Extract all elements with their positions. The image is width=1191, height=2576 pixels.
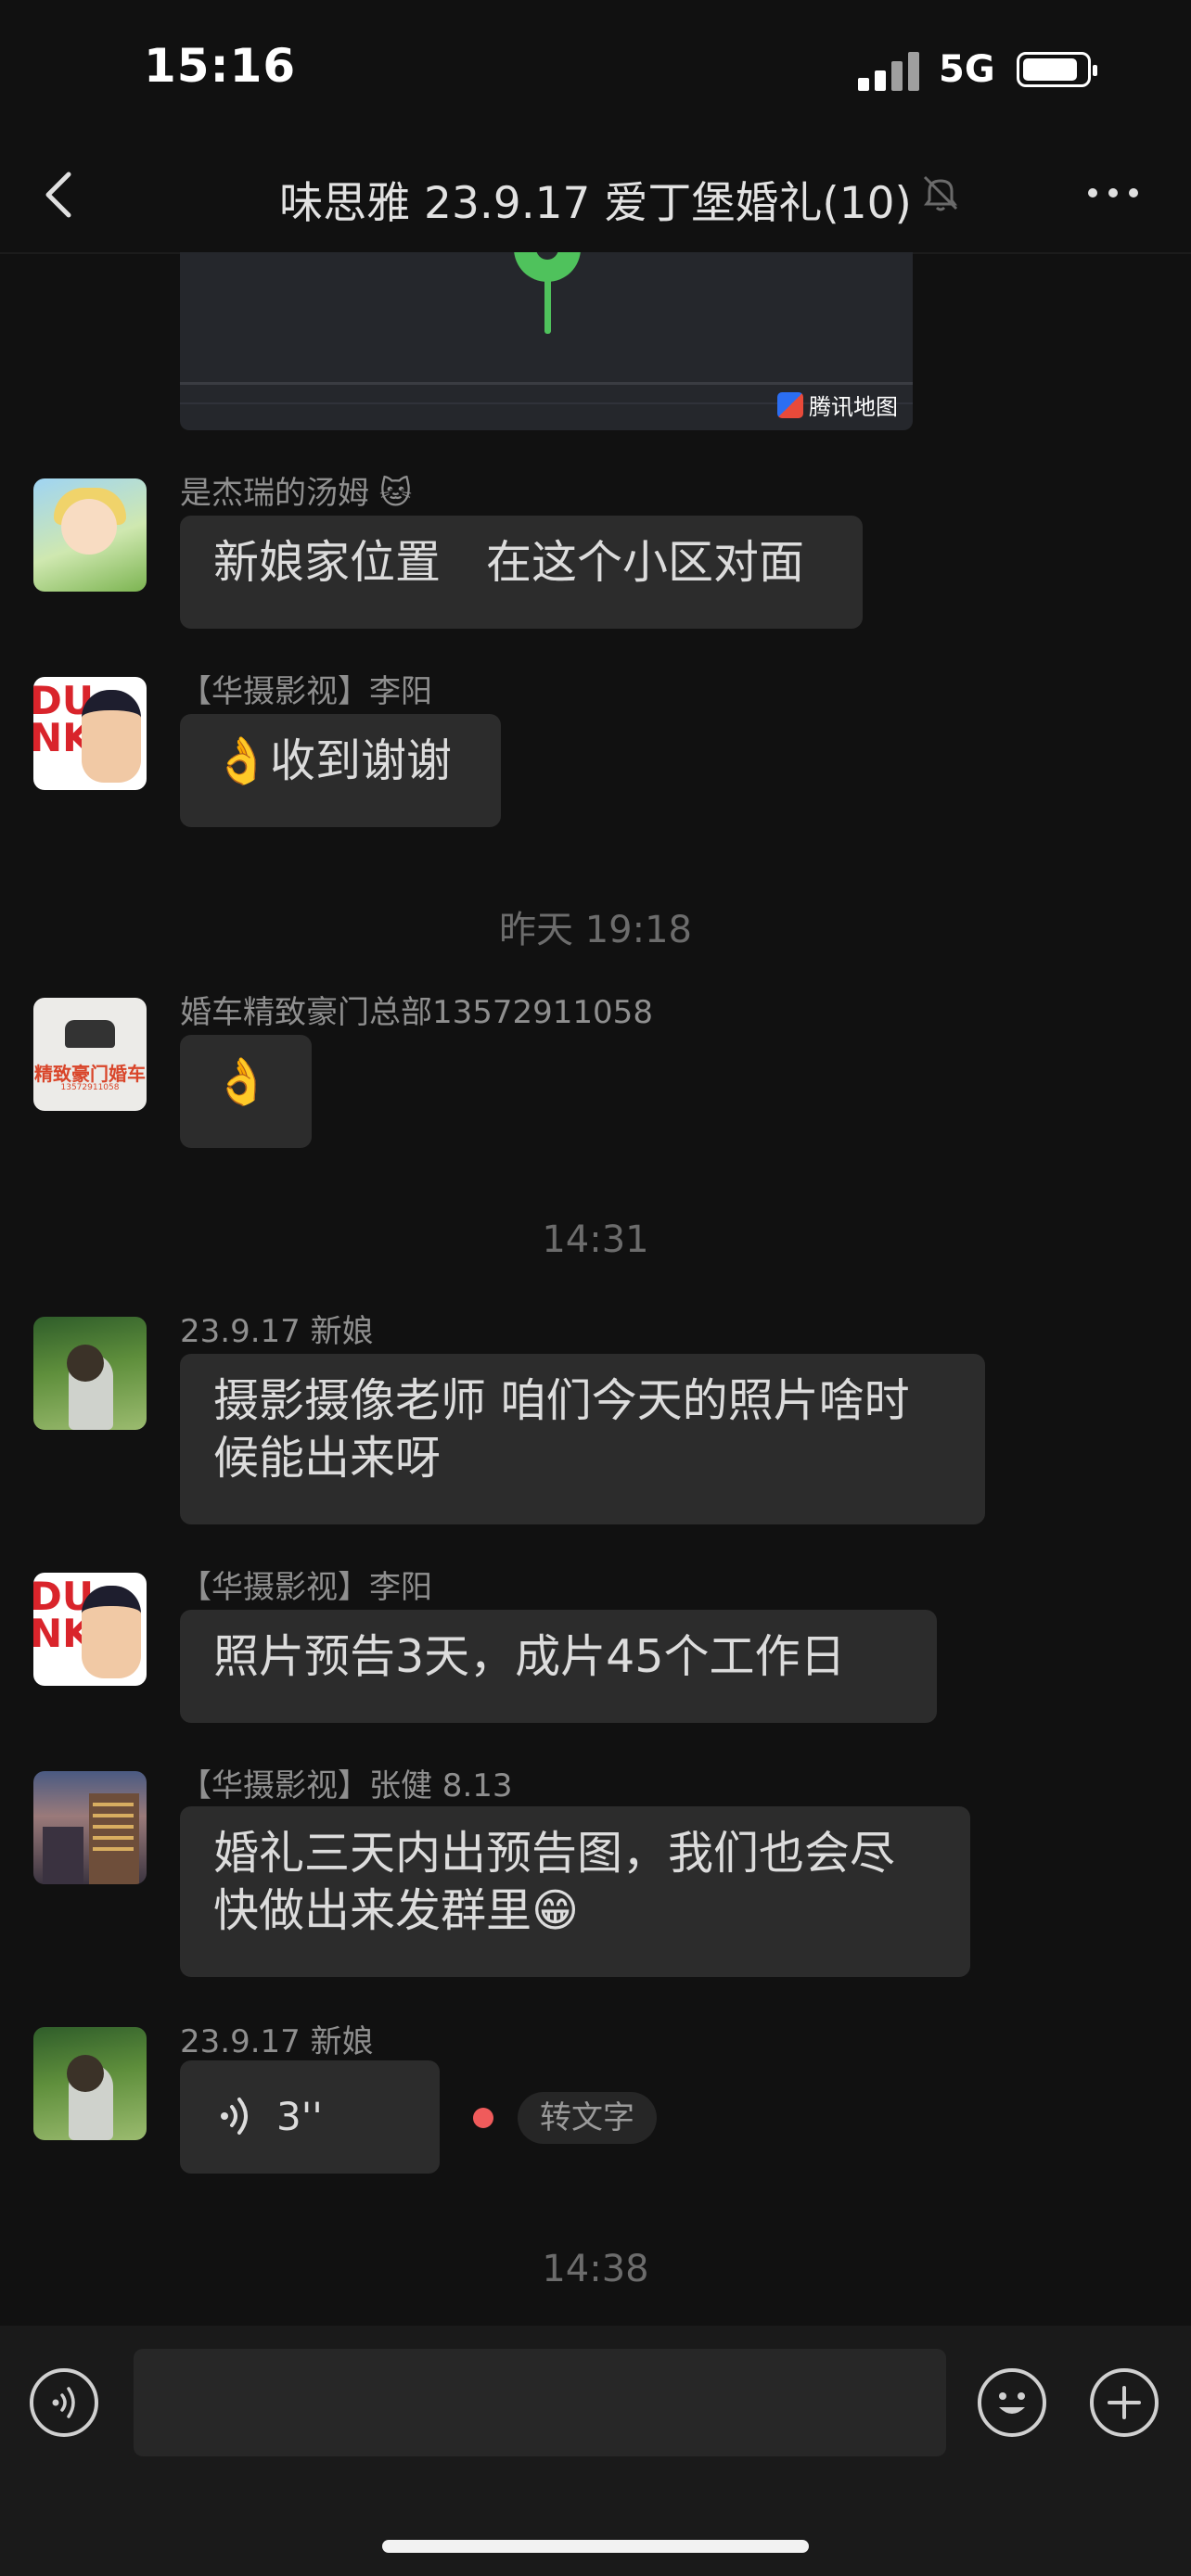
message-bubble[interactable]: 新娘家位置 在这个小区对面 xyxy=(180,516,863,629)
message-bubble[interactable]: 照片预告3天，成片45个工作日 xyxy=(180,1610,937,1723)
convert-to-text-button[interactable]: 转文字 xyxy=(518,2092,657,2144)
network-label: 5G xyxy=(939,48,995,91)
timestamp: 14:31 xyxy=(542,1218,649,1261)
message-bubble[interactable]: 👌 xyxy=(180,1035,312,1148)
sender-name: 23.9.17 新娘 xyxy=(180,2023,374,2060)
chat-title-text: 味思雅 23.9.17 爱丁堡婚礼(10) xyxy=(279,178,912,229)
voice-icon xyxy=(52,2387,75,2418)
message-text: 照片预告3天，成片45个工作日 xyxy=(213,1630,846,1683)
chat-title: 味思雅 23.9.17 爱丁堡婚礼(10) xyxy=(0,167,1191,231)
message-text-line: 快做出来发群里😁 xyxy=(213,1884,580,1937)
timestamp: 昨天 19:18 xyxy=(499,909,692,951)
sender-name: 【华摄影视】李阳 xyxy=(180,1569,432,1606)
message-text-line: 候能出来呀 xyxy=(213,1432,442,1485)
avatar[interactable] xyxy=(33,478,147,592)
avatar[interactable]: DU NK xyxy=(33,677,147,790)
sender-name: 婚车精致豪门总部13572911058 xyxy=(180,994,653,1031)
voice-input-button[interactable] xyxy=(30,2368,98,2437)
voice-icon xyxy=(221,2098,248,2135)
message-text: 👌 xyxy=(213,1055,271,1108)
emoji-icon xyxy=(999,2392,1025,2414)
message-text-line: 婚礼三天内出预告图，我们也会尽 xyxy=(213,1827,896,1880)
status-time: 15:16 xyxy=(144,39,297,93)
sender-name: 23.9.17 新娘 xyxy=(180,1313,374,1350)
unread-dot xyxy=(473,2108,493,2128)
location-map-card[interactable]: 腾讯地图 xyxy=(180,252,913,430)
message-input[interactable] xyxy=(134,2349,946,2456)
home-indicator xyxy=(382,2540,809,2553)
avatar[interactable] xyxy=(33,1771,147,1884)
voice-duration: 3'' xyxy=(276,2094,323,2139)
avatar[interactable] xyxy=(33,2027,147,2140)
battery-icon xyxy=(1017,52,1097,87)
message-bubble[interactable]: 👌收到谢谢 xyxy=(180,714,501,827)
message-bubble[interactable]: 婚礼三天内出预告图，我们也会尽 快做出来发群里😁 xyxy=(180,1806,970,1977)
sender-name: 是杰瑞的汤姆 🐱 xyxy=(180,475,413,512)
sender-name: 【华摄影视】李阳 xyxy=(180,673,432,710)
map-road xyxy=(180,382,913,385)
map-credit: 腾讯地图 xyxy=(777,389,898,421)
bell-off-icon xyxy=(923,175,958,211)
message-text: 👌收到谢谢 xyxy=(213,734,453,787)
avatar[interactable] xyxy=(33,1317,147,1430)
tencent-map-logo-icon xyxy=(777,391,803,418)
more-dots-icon[interactable] xyxy=(1085,182,1141,204)
emoji-button[interactable] xyxy=(978,2368,1046,2437)
avatar-brand: 精致豪门婚车 xyxy=(34,1063,146,1085)
avatar[interactable]: 精致豪门婚车 13572911058 xyxy=(33,998,147,1111)
timestamp: 14:38 xyxy=(542,2248,649,2290)
message-text-line: 摄影摄像老师 咱们今天的照片啥时 xyxy=(213,1374,910,1427)
sender-name: 【华摄影视】张健 8.13 xyxy=(180,1767,513,1804)
map-credit-text: 腾讯地图 xyxy=(809,394,898,420)
avatar[interactable]: DU NK xyxy=(33,1573,147,1686)
message-bubble[interactable]: 摄影摄像老师 咱们今天的照片啥时 候能出来呀 xyxy=(180,1354,985,1524)
message-text: 新娘家位置 在这个小区对面 xyxy=(213,536,805,589)
plus-icon xyxy=(1108,2386,1141,2419)
signal-icon xyxy=(858,52,921,91)
avatar-phone: 13572911058 xyxy=(60,1083,120,1092)
more-functions-button[interactable] xyxy=(1090,2368,1159,2437)
